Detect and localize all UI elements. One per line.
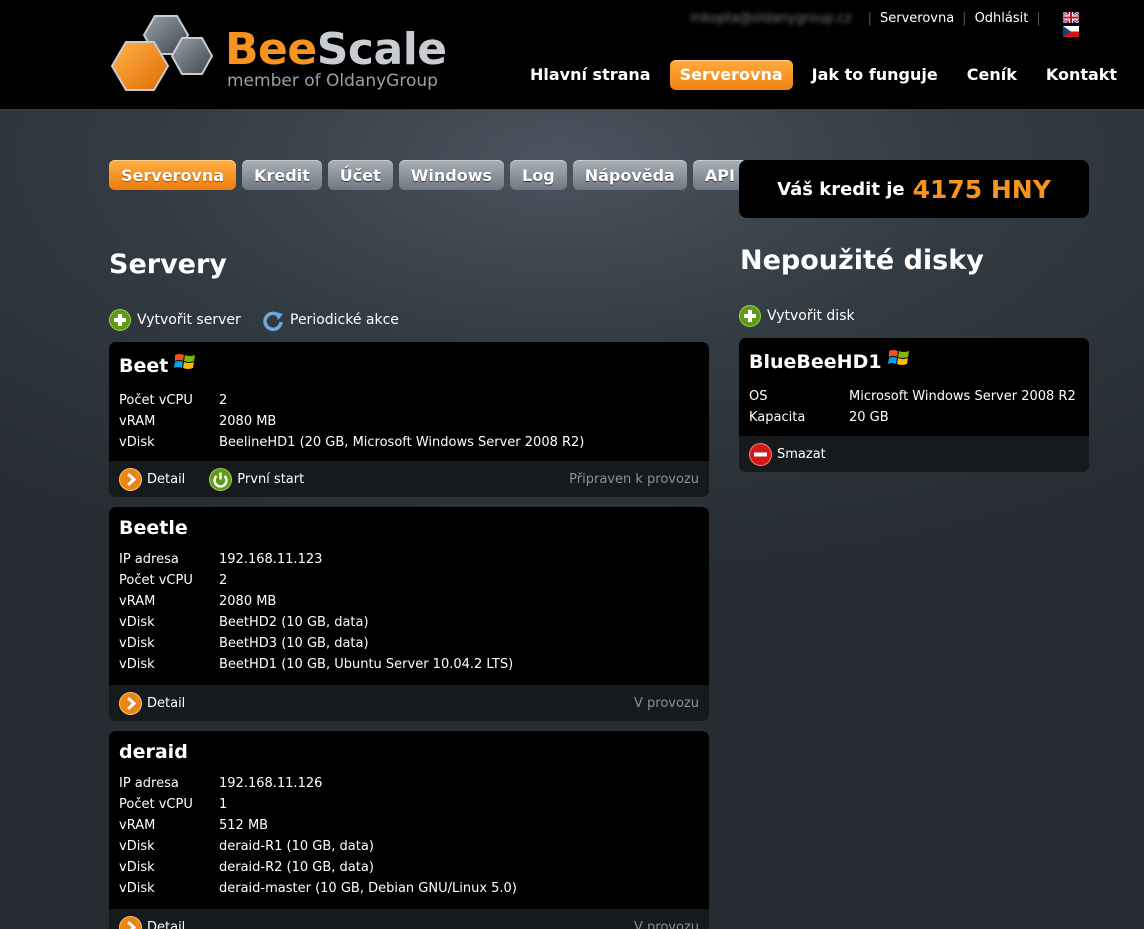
nav-serverovna[interactable]: Serverovna: [669, 60, 793, 90]
tab-serverovna[interactable]: Serverovna: [109, 160, 237, 190]
tab-napoveda[interactable]: Nápověda: [572, 160, 687, 190]
spec-row: vDisk BeetHD3 (10 GB, data): [119, 636, 369, 651]
server-card-beet: Beet Počet vCPU 2 vRAM 2080 MB vDisk Beelin…: [109, 342, 709, 497]
logout-link[interactable]: Odhlásit: [975, 11, 1029, 26]
account-links: mkopta@oldanygroup.cz | Serverovna | Odh…: [690, 11, 1049, 26]
server-actions: Detail V provozu: [109, 909, 709, 929]
beescale-logo[interactable]: BeeScale member of OldanyGroup: [110, 12, 450, 98]
spec-row: Počet vCPU 2: [119, 393, 228, 408]
arrow-right-icon: [119, 915, 142, 929]
create-disk-label: Vytvořit disk: [767, 308, 855, 324]
section-tabs: Serverovna Kredit Účet Windows Log Nápov…: [109, 160, 753, 190]
arrow-right-icon: [119, 691, 142, 715]
tab-ucet[interactable]: Účet: [327, 160, 393, 190]
logo-wordmark: BeeScale: [225, 24, 447, 75]
user-email: mkopta@oldanygroup.cz: [690, 11, 852, 26]
power-icon: [209, 467, 233, 491]
windows-icon: [174, 354, 196, 369]
serverovna-link[interactable]: Serverovna: [880, 11, 954, 26]
servers-heading: Servery: [109, 249, 227, 280]
create-disk-button[interactable]: Vytvořit disk: [739, 305, 855, 327]
server-status: Připraven k provozu: [569, 471, 699, 487]
periodic-actions-label: Periodické akce: [290, 312, 399, 328]
credit-box: Váš kredit je 4175 HNY: [739, 160, 1089, 218]
server-specs: IP adresa 192.168.11.123 Počet vCPU 2 vRAM…: [109, 549, 709, 675]
tab-kredit[interactable]: Kredit: [242, 160, 322, 190]
honeycomb-logo-icon: [110, 15, 214, 91]
spec-row: vDisk deraid-R1 (10 GB, data): [119, 839, 374, 854]
spec-row: OS Microsoft Windows Server 2008 R2: [749, 389, 1076, 404]
server-status: V provozu: [634, 919, 699, 929]
spec-row: vDisk deraid-R2 (10 GB, data): [119, 860, 374, 875]
windows-icon: [887, 350, 909, 365]
spec-row: vRAM 2080 MB: [119, 594, 277, 609]
detail-button[interactable]: Detail: [119, 467, 185, 491]
disk-actions: Smazat: [739, 436, 1089, 472]
detail-button[interactable]: Detail: [119, 691, 185, 715]
arrow-right-icon: [119, 467, 142, 491]
minus-icon: [749, 442, 772, 466]
detail-button[interactable]: Detail: [119, 915, 185, 929]
logo-subtitle: member of OldanyGroup: [227, 71, 438, 91]
server-status: V provozu: [634, 695, 699, 711]
spec-row: Kapacita 20 GB: [749, 410, 889, 425]
server-title: deraid: [109, 731, 709, 773]
credit-amount: 4175 HNY: [912, 174, 1051, 204]
site-header: BeeScale member of OldanyGroup mkopta@ol…: [0, 0, 1144, 110]
periodic-actions-button[interactable]: Periodické akce: [262, 309, 399, 331]
spec-row: IP adresa 192.168.11.126: [119, 776, 323, 791]
nav-jak-to-funguje[interactable]: Jak to funguje: [802, 60, 948, 90]
spec-row: Počet vCPU 2: [119, 573, 228, 588]
server-name: Beet: [119, 355, 169, 377]
cz-flag-icon[interactable]: [1063, 26, 1079, 37]
spec-row: vRAM 512 MB: [119, 818, 269, 833]
spec-row: vDisk BeetHD1 (10 GB, Ubuntu Server 10.04…: [119, 657, 514, 672]
disk-name: BlueBeeHD1: [749, 351, 882, 373]
spec-row: vDisk deraid-master (10 GB, Debian GNU/Li…: [119, 881, 517, 896]
nav-hlavni-strana[interactable]: Hlavní strana: [520, 60, 661, 90]
nav-kontakt[interactable]: Kontakt: [1036, 60, 1127, 90]
spec-row: vDisk BeetHD2 (10 GB, data): [119, 615, 369, 630]
server-specs: Počet vCPU 2 vRAM 2080 MB vDisk BeelineHD1 …: [109, 390, 709, 453]
server-title: Beet: [109, 342, 709, 390]
disks-heading: Nepoužité disky: [740, 245, 984, 276]
spec-row: vRAM 2080 MB: [119, 414, 277, 429]
first-start-button[interactable]: První start: [209, 467, 304, 491]
server-specs: IP adresa 192.168.11.126 Počet vCPU 1 vRAM…: [109, 773, 709, 899]
spec-row: Počet vCPU 1: [119, 797, 228, 812]
server-name: deraid: [119, 741, 188, 763]
create-server-label: Vytvořit server: [137, 312, 241, 328]
disk-card-bluebeehd1: BlueBeeHD1 OS Microsoft Windows Server 20…: [739, 338, 1089, 472]
delete-disk-button[interactable]: Smazat: [749, 442, 826, 466]
disk-title: BlueBeeHD1: [739, 338, 1089, 386]
main-navigation: Hlavní strana Serverovna Jak to funguje …: [520, 60, 1136, 90]
plus-icon: [739, 305, 761, 327]
credit-label: Váš kredit je: [777, 178, 905, 200]
server-actions: Detail V provozu: [109, 685, 709, 721]
divider: |: [962, 11, 967, 26]
plus-icon: [109, 309, 131, 331]
refresh-icon: [263, 311, 283, 331]
server-name: Beetle: [119, 517, 188, 539]
disk-specs: OS Microsoft Windows Server 2008 R2 Kapac…: [739, 386, 1089, 428]
server-title: Beetle: [109, 507, 709, 549]
nav-cenik[interactable]: Ceník: [957, 60, 1027, 90]
divider: |: [1036, 11, 1041, 26]
gb-flag-icon[interactable]: [1063, 12, 1079, 23]
server-actions: Detail První start Připraven k provozu: [109, 461, 709, 497]
language-switcher: [1063, 12, 1079, 40]
tab-windows[interactable]: Windows: [398, 160, 505, 190]
create-server-button[interactable]: Vytvořit server: [109, 309, 241, 331]
server-card-deraid: deraid IP adresa 192.168.11.126 Počet vCP…: [109, 731, 709, 929]
spec-row: IP adresa 192.168.11.123: [119, 552, 323, 567]
server-card-beetle: Beetle IP adresa 192.168.11.123 Počet vCP…: [109, 507, 709, 721]
divider: |: [867, 11, 872, 26]
spec-row: vDisk BeelineHD1 (20 GB, Microsoft Window…: [119, 435, 585, 450]
tab-log[interactable]: Log: [510, 160, 567, 190]
